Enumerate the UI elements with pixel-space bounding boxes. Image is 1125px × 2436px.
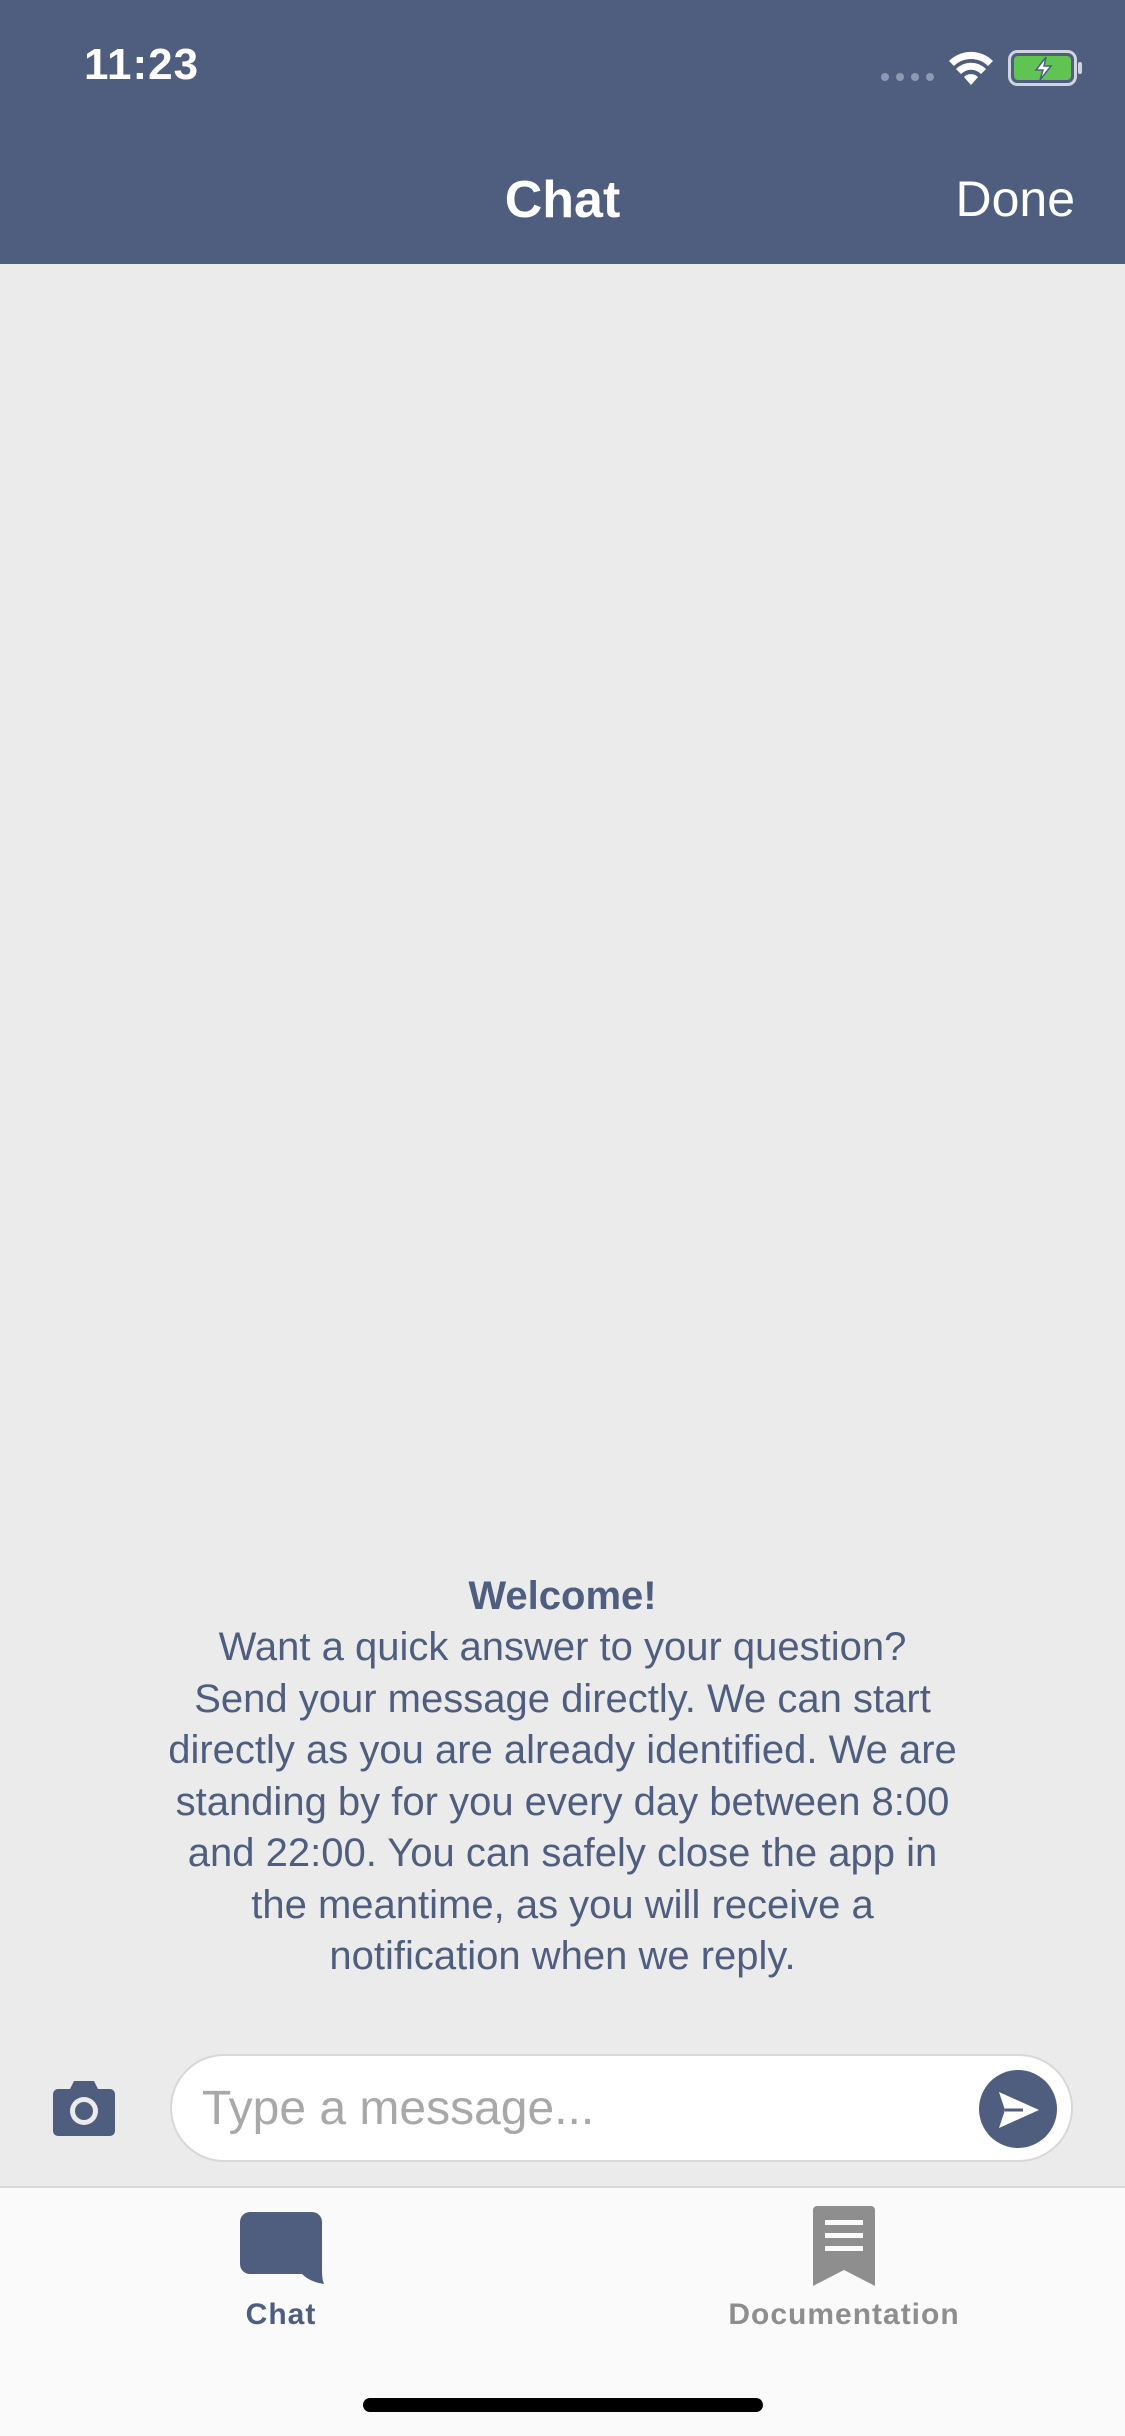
welcome-line: the meantime, as you will receive a	[251, 1882, 874, 1927]
tab-chat[interactable]: Chat	[131, 2188, 431, 2338]
tab-documentation[interactable]: Documentation	[694, 2188, 994, 2338]
welcome-line: standing by for you every day between 8:…	[175, 1779, 950, 1824]
done-button[interactable]: Done	[955, 170, 1075, 228]
send-button[interactable]	[979, 2070, 1057, 2148]
message-input[interactable]	[202, 2076, 922, 2140]
welcome-line: directly as you are already identified. …	[168, 1728, 957, 1772]
welcome-line: and 22:00. You can safely close the app …	[187, 1831, 938, 1875]
camera-icon	[53, 2081, 115, 2136]
welcome-body: Want a quick answer to your question? Se…	[80, 1622, 1045, 1983]
chat-bubble-icon	[240, 2212, 324, 2284]
tab-label: Documentation	[728, 2298, 960, 2331]
welcome-line: notification when we reply.	[329, 1934, 796, 1978]
status-time: 11:23	[84, 40, 200, 89]
message-composer	[170, 2054, 1073, 2162]
tab-label: Chat	[245, 2298, 317, 2331]
home-indicator[interactable]	[363, 2398, 763, 2412]
camera-button[interactable]	[52, 2077, 116, 2137]
document-icon	[813, 2206, 875, 2286]
navigation-header: 11:23 Chat Done	[0, 0, 1125, 264]
battery-charging-icon	[1008, 50, 1082, 86]
welcome-title: Welcome!	[468, 1574, 657, 1618]
welcome-line: Want a quick answer to your question?	[218, 1625, 907, 1669]
cellular-signal-icon	[881, 73, 934, 81]
welcome-line: Send your message directly. We can start	[194, 1676, 931, 1721]
wifi-icon	[949, 51, 993, 85]
send-icon	[999, 2092, 1039, 2128]
welcome-message: Welcome! Want a quick answer to your que…	[80, 1570, 1045, 1983]
